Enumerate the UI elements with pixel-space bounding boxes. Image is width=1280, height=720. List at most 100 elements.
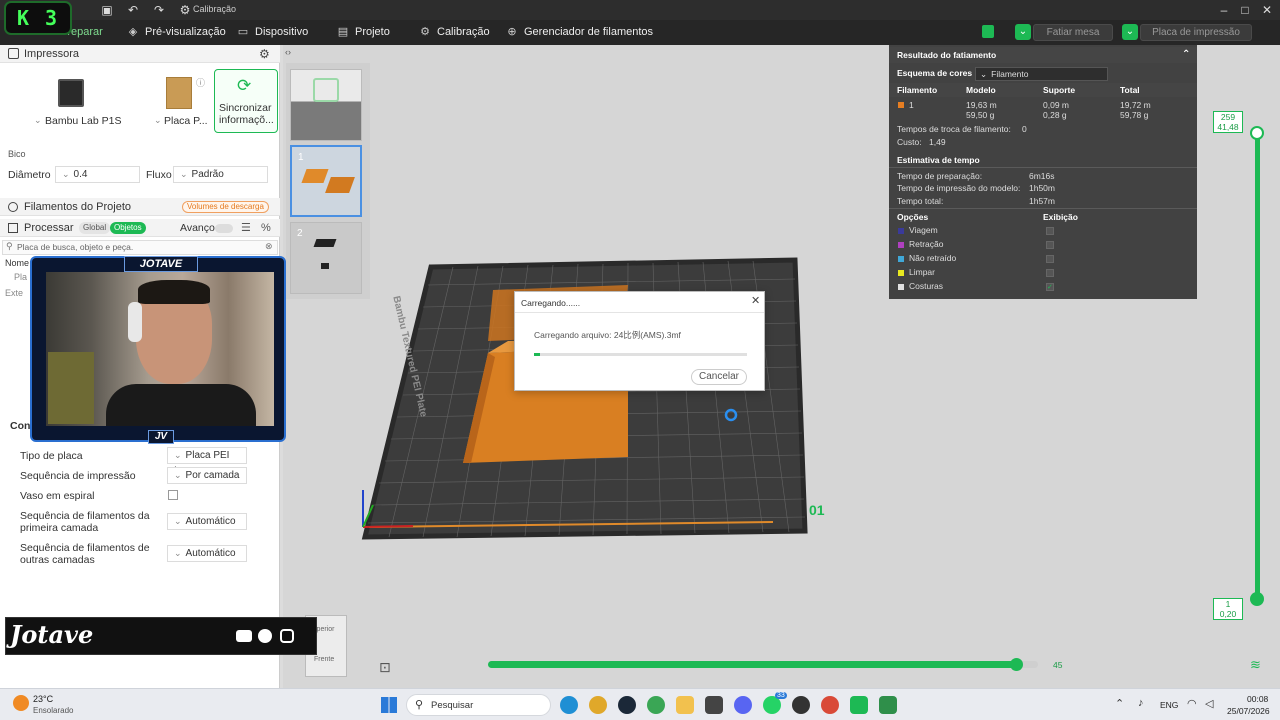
- option-color-swatch: [898, 242, 904, 248]
- tab-calibration[interactable]: ⚙ Calibração: [418, 20, 490, 45]
- close-icon[interactable]: ✕: [1260, 3, 1274, 17]
- chevron-down-icon: ⌄: [174, 516, 182, 526]
- discord-icon[interactable]: [734, 696, 752, 714]
- layers-icon[interactable]: ≋: [1250, 657, 1261, 673]
- process-section-title: Processar: [24, 222, 74, 234]
- layer-slider-bottom-handle[interactable]: [1250, 592, 1264, 606]
- fit-view-icon[interactable]: ⊡: [379, 659, 391, 676]
- print-dropdown-button[interactable]: ⌄: [1122, 24, 1138, 40]
- option-visibility-checkbox[interactable]: [1046, 269, 1054, 277]
- option-visibility-checkbox[interactable]: [1046, 241, 1054, 249]
- tab-filament-manager[interactable]: ⊕ Gerenciador de filamentos: [505, 20, 653, 45]
- time-estimate-title: Estimativa de tempo: [897, 155, 980, 165]
- color-scheme-select[interactable]: ⌄ Filamento: [975, 67, 1108, 81]
- object-list-item-plate[interactable]: Pla: [14, 272, 27, 282]
- youtube-icon[interactable]: [236, 630, 252, 642]
- undo-icon[interactable]: ↶: [126, 3, 140, 17]
- plate-image-icon: [166, 77, 192, 109]
- config-tab[interactable]: Con: [10, 420, 30, 432]
- global-toggle[interactable]: Global: [79, 222, 111, 234]
- clock-time[interactable]: 00:08: [1247, 694, 1268, 704]
- dialog-close-icon[interactable]: ✕: [751, 294, 760, 307]
- layer-slider-track[interactable]: [1255, 135, 1260, 601]
- model-length: 19,63 m: [966, 100, 997, 110]
- edge-icon[interactable]: [560, 696, 578, 714]
- object-search-box[interactable]: ⚲ Placa de busca, objeto e peça. ⊗: [2, 240, 278, 255]
- clear-search-icon[interactable]: ⊗: [265, 241, 273, 252]
- microphone-icon[interactable]: ♪: [1138, 697, 1144, 709]
- language-indicator[interactable]: ENG: [1160, 700, 1178, 710]
- objects-toggle[interactable]: Objetos: [110, 222, 146, 234]
- other-layers-filament-sequence-select[interactable]: ⌄ Automático: [167, 545, 247, 562]
- chrome-icon[interactable]: [589, 696, 607, 714]
- tab-preview[interactable]: ◈ Pré-visualização: [126, 20, 226, 45]
- volume-icon[interactable]: ◁: [1205, 697, 1213, 710]
- bambu-studio-icon[interactable]: [850, 696, 868, 714]
- layer-slider-top-handle[interactable]: [1250, 126, 1264, 140]
- option-visibility-checkbox[interactable]: [1046, 227, 1054, 235]
- facebook-icon[interactable]: [258, 629, 272, 643]
- bambu-handy-icon[interactable]: [879, 696, 897, 714]
- print-sequence-select[interactable]: ⌄ Por camada: [167, 467, 247, 484]
- wifi-icon[interactable]: ◠: [1187, 697, 1197, 710]
- option-visibility-checkbox[interactable]: [1046, 255, 1054, 263]
- maximize-icon[interactable]: □: [1238, 3, 1252, 17]
- diameter-select[interactable]: ⌄ 0.4: [55, 166, 140, 183]
- object-search-input[interactable]: Placa de busca, objeto e peça.: [17, 242, 133, 252]
- compare-icon[interactable]: %: [261, 219, 271, 237]
- move-slider-track[interactable]: [488, 661, 1038, 668]
- loading-message: Carregando arquivo: 24比例(AMS).3mf: [534, 330, 681, 340]
- steam-icon[interactable]: [618, 696, 636, 714]
- chevron-down-icon: ⌄: [62, 169, 70, 179]
- col-support: Suporte: [1043, 85, 1076, 95]
- taskbar-search[interactable]: ⚲ Pesquisar: [406, 694, 551, 716]
- clock-date[interactable]: 25/07/2026: [1227, 706, 1270, 716]
- chrome-alt-icon[interactable]: [821, 696, 839, 714]
- print-plate-button[interactable]: Placa de impressão: [1140, 24, 1252, 41]
- option-label: Costuras: [909, 281, 944, 291]
- redo-icon[interactable]: ↷: [152, 3, 166, 17]
- flow-value: Padrão: [191, 169, 224, 180]
- spiral-vase-checkbox[interactable]: [168, 490, 178, 500]
- printer-card[interactable]: ⌄ Bambu Lab P1S: [0, 67, 144, 133]
- plate-view-icon[interactable]: [982, 25, 994, 38]
- plate-card[interactable]: ⓘ ⌄ Placa P...: [148, 67, 210, 133]
- calculator-icon[interactable]: [705, 696, 723, 714]
- tab-project[interactable]: ▤ Projeto: [336, 20, 390, 45]
- advanced-switch[interactable]: [215, 224, 233, 233]
- chevron-down-icon: ⌄: [980, 69, 988, 79]
- cancel-button[interactable]: Cancelar: [691, 369, 747, 385]
- start-icon[interactable]: [381, 697, 397, 713]
- obs-icon[interactable]: [792, 696, 810, 714]
- plate-type-select[interactable]: ⌄Placa PEI te...: [167, 447, 247, 476]
- object-list-item-external[interactable]: Exte: [5, 288, 23, 298]
- minimize-icon[interactable]: –: [1217, 3, 1231, 17]
- slice-plate-button[interactable]: Fatiar mesa: [1033, 24, 1113, 41]
- viewport-3d[interactable]: ‹› 1 2 Bambu Textured PEI Plate 01 Carre…: [283, 45, 1280, 688]
- move-slider-fill: [488, 661, 1016, 668]
- file-explorer-icon[interactable]: [676, 696, 694, 714]
- slice-dropdown-button[interactable]: ⌄: [1015, 24, 1031, 40]
- filament-spool-icon: [8, 202, 18, 212]
- move-slider-handle[interactable]: [1010, 658, 1023, 671]
- settings-gear-icon[interactable]: ⚙: [259, 45, 270, 63]
- chrome-profile-icon[interactable]: [647, 696, 665, 714]
- purge-volumes-button[interactable]: Volumes de descarga: [182, 201, 269, 213]
- flow-select[interactable]: ⌄ Padrão: [173, 166, 268, 183]
- flow-label: Fluxo: [146, 169, 172, 181]
- collapse-results-icon[interactable]: ⌃: [1182, 47, 1190, 63]
- total-weight: 59,78 g: [1120, 110, 1149, 120]
- sync-button[interactable]: ⟳ Sincronizar informaçõ...: [214, 69, 278, 133]
- first-layer-filament-sequence-select[interactable]: ⌄ Automático: [167, 513, 247, 530]
- option-visibility-checkbox[interactable]: ✓: [1046, 283, 1054, 291]
- divider: [889, 208, 1197, 209]
- save-icon[interactable]: ▣: [100, 3, 114, 17]
- webcam-tag: JV: [148, 430, 174, 444]
- show-hidden-icons[interactable]: ⌃: [1115, 697, 1124, 710]
- list-view-icon[interactable]: ☰: [241, 219, 251, 237]
- tab-device[interactable]: ▭ Dispositivo: [236, 20, 308, 45]
- instagram-icon[interactable]: [280, 629, 294, 643]
- model-print-time-value: 1h50m: [1029, 183, 1055, 193]
- loading-dialog-title: Carregando......: [521, 298, 581, 308]
- diameter-value: 0.4: [73, 169, 88, 180]
